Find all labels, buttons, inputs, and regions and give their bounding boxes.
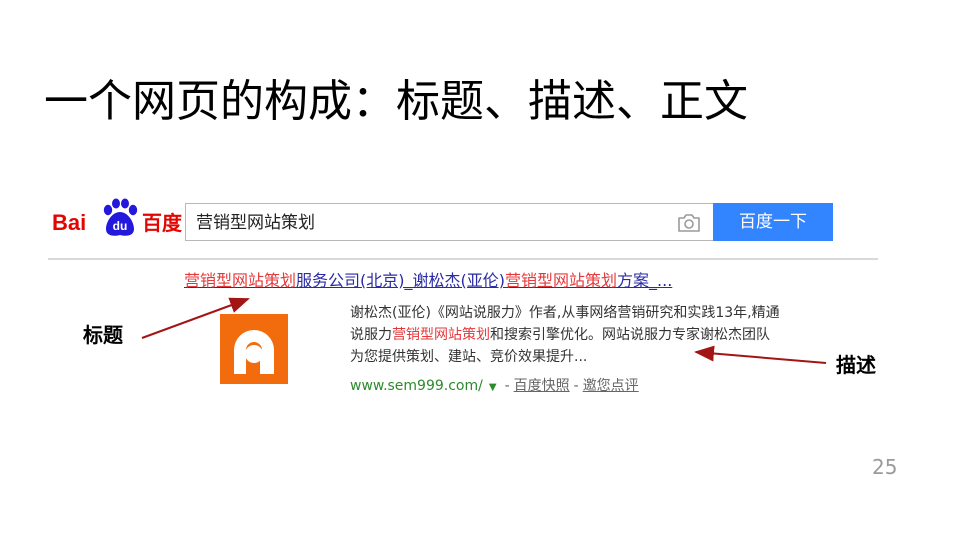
slide-title: 一个网页的构成：标题、描述、正文 (44, 76, 748, 127)
description-line-2-post: 和搜索引擎优化。网站说服力专家谢松杰团队 (490, 327, 770, 343)
annotation-description-label: 描述 (836, 353, 876, 377)
dropdown-arrow-icon[interactable]: ▼ (489, 382, 497, 393)
letter-a-logo-icon (234, 330, 274, 374)
result-thumbnail[interactable] (220, 314, 288, 384)
camera-icon[interactable] (677, 213, 701, 233)
description-line-1: 谢松杰(亚伦)《网站说服力》作者,从事网络营销研究和实践13年,精通 (350, 305, 780, 321)
rate-link[interactable]: 邀您点评 (583, 378, 639, 394)
separator: - (504, 378, 510, 394)
logo-text-bai: Bai (52, 210, 87, 235)
result-title-highlight-2: 营销型网站策划 (505, 271, 618, 290)
description-line-2: 说服力营销型网站策划和搜索引擎优化。网站说服力专家谢松杰团队 (350, 324, 840, 346)
result-description: 谢松杰(亚伦)《网站说服力》作者,从事网络营销研究和实践13年,精通 说服力营销… (350, 302, 840, 368)
result-title-part-4: 方案_... (617, 271, 673, 290)
separator: - (573, 378, 579, 394)
result-url[interactable]: www.sem999.com/ (350, 378, 483, 394)
logo-text-cn: 百度 (142, 211, 182, 235)
page-number: 25 (872, 455, 898, 479)
result-title-part-2: 服务公司(北京)_谢松杰(亚伦) (296, 271, 505, 290)
result-title-link[interactable]: 营销型网站策划服务公司(北京)_谢松杰(亚伦)营销型网站策划方案_... (184, 270, 672, 292)
baidu-logo[interactable]: Bai du 百度 (52, 197, 182, 241)
description-highlight: 营销型网站策划 (392, 327, 490, 343)
result-title-highlight-1: 营销型网站策划 (184, 271, 297, 290)
search-button[interactable]: 百度一下 (713, 203, 833, 241)
divider (48, 258, 878, 260)
snapshot-link[interactable]: 百度快照 (514, 378, 570, 394)
description-line-2-pre: 说服力 (350, 327, 392, 343)
logo-text-du: du (112, 219, 128, 233)
annotation-title-label: 标题 (83, 323, 123, 347)
description-line-3: 为您提供策划、建站、竞价效果提升... (350, 349, 588, 365)
search-input[interactable]: 营销型网站策划 (196, 212, 315, 234)
search-box[interactable]: 营销型网站策划 (185, 203, 713, 241)
result-url-line: www.sem999.com/▼ - 百度快照 - 邀您点评 (350, 376, 639, 398)
